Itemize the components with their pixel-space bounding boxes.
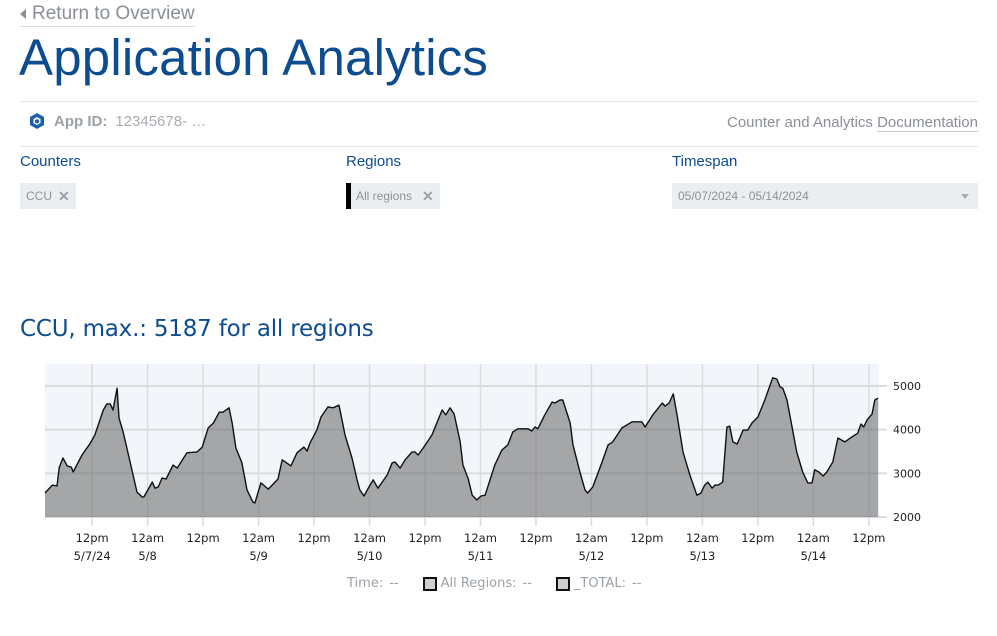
x-tick-label: 12pm xyxy=(187,531,220,545)
legend-item-total[interactable]: _TOTAL: -- xyxy=(555,576,642,591)
x-tick-label: 12pm xyxy=(76,531,109,545)
y-tick-label: 2000 xyxy=(893,511,921,524)
x-tick-date-label: 5/9 xyxy=(249,549,268,563)
x-tick-label: 12am xyxy=(686,531,719,545)
x-tick-label: 12pm xyxy=(297,531,330,545)
chart-legend: Time: -- All Regions: -- _TOTAL: -- xyxy=(347,576,641,591)
legend-value: -- xyxy=(632,576,642,591)
legend-name: All Regions: xyxy=(440,576,517,591)
ccu-chart[interactable]: 2000 3000 4000 5000 12pm 5/7/24 12am 5/8 12pm 12… xyxy=(0,0,997,636)
y-tick-label: 3000 xyxy=(893,467,921,480)
legend-value: -- xyxy=(522,576,532,591)
x-tick-label: 12pm xyxy=(408,531,441,545)
x-tick-label: 12pm xyxy=(519,531,552,545)
y-tick-label: 4000 xyxy=(893,424,921,437)
x-tick-date-label: 5/11 xyxy=(468,549,494,563)
legend-time-label: Time: xyxy=(347,576,384,591)
x-tick-label: 12pm xyxy=(741,531,774,545)
x-tick-label: 12am xyxy=(353,531,386,545)
x-tick-date-label: 5/13 xyxy=(689,549,715,563)
x-tick-date-label: 5/14 xyxy=(800,549,826,563)
legend-time-value: -- xyxy=(389,576,399,591)
x-tick-label: 12am xyxy=(797,531,830,545)
x-tick-date-label: 5/10 xyxy=(357,549,383,563)
x-tick-date-label: 5/8 xyxy=(138,549,157,563)
y-tick-label: 5000 xyxy=(893,380,921,393)
legend-name: _TOTAL: xyxy=(573,576,627,591)
x-tick-date-label: 5/12 xyxy=(579,549,605,563)
x-tick-label: 12pm xyxy=(630,531,663,545)
x-tick-label: 12am xyxy=(242,531,275,545)
legend-swatch xyxy=(555,576,570,591)
x-tick-label: 12am xyxy=(575,531,608,545)
x-tick-label: 12am xyxy=(131,531,164,545)
x-tick-date-label: 5/7/24 xyxy=(74,549,111,563)
x-tick-label: 12pm xyxy=(852,531,885,545)
x-tick-label: 12am xyxy=(464,531,497,545)
legend-swatch xyxy=(422,576,437,591)
legend-item-all-regions[interactable]: All Regions: -- xyxy=(422,576,532,591)
